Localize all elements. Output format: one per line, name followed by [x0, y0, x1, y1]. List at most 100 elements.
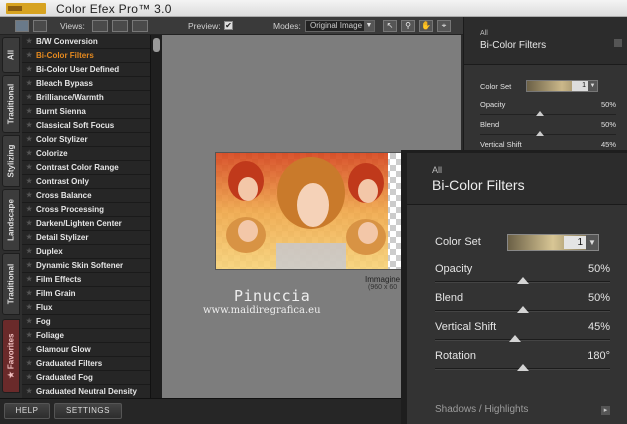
- modes-label: Modes:: [273, 21, 301, 31]
- color-set-label: Color Set: [480, 82, 512, 91]
- eyedropper-tool-icon[interactable]: ⌖: [437, 20, 451, 32]
- collapse-icon[interactable]: [614, 39, 622, 47]
- filter-list-item[interactable]: Cross Balance: [22, 189, 150, 203]
- opacity-label: Opacity: [480, 100, 506, 109]
- modes-dropdown-value: Original Image: [310, 21, 363, 30]
- filter-list-item[interactable]: Graduated Filters: [22, 357, 150, 371]
- filter-list-scrollbar[interactable]: [150, 35, 162, 398]
- filter-list-item[interactable]: Brilliance/Warmth: [22, 91, 150, 105]
- filter-list-item[interactable]: Burnt Sienna: [22, 105, 150, 119]
- vertical-shift-label: Vertical Shift: [480, 140, 522, 149]
- zoomed-opacity-label: Opacity: [435, 263, 473, 275]
- preview-label: Preview:: [188, 21, 221, 31]
- chevron-down-icon: ▼: [588, 81, 597, 91]
- zoomed-blend-row: Blend 50%: [435, 292, 610, 304]
- filter-list-item[interactable]: Contrast Color Range: [22, 161, 150, 175]
- panel-filter-name: Bi-Color Filters: [480, 40, 547, 51]
- filter-list-item[interactable]: Bleach Bypass: [22, 77, 150, 91]
- filter-list-item[interactable]: Graduated Fog: [22, 371, 150, 385]
- filter-settings-panel-zoomed: All Bi-Color Filters Color Set 1 ▼ Opaci…: [401, 150, 627, 424]
- view-mode-1-button[interactable]: [92, 20, 108, 32]
- zoomed-vertical-shift-row: Vertical Shift 45%: [435, 321, 610, 333]
- preview-image: [215, 152, 409, 270]
- zoomed-blend-label: Blend: [435, 292, 464, 304]
- settings-button[interactable]: SETTINGS: [54, 403, 122, 419]
- tab-all[interactable]: All: [2, 37, 20, 73]
- zoomed-color-set-dropdown[interactable]: 1 ▼: [507, 234, 599, 251]
- filter-list-item[interactable]: Glamour Glow: [22, 343, 150, 357]
- zoom-tool-icon[interactable]: ⚲: [401, 20, 415, 32]
- filter-list-item[interactable]: Contrast Only: [22, 175, 150, 189]
- zoomed-opacity-slider-handle[interactable]: [517, 277, 529, 284]
- preview-checkbox[interactable]: ✔: [224, 21, 233, 30]
- pointer-tool-icon[interactable]: ↖: [383, 20, 397, 32]
- scrollbar-thumb[interactable]: [153, 38, 160, 52]
- opacity-slider-track[interactable]: [480, 114, 616, 115]
- category-tabs: All Traditional Stylizing Landscape Trad…: [0, 35, 22, 398]
- vertical-shift-row: Vertical Shift 45%: [480, 140, 616, 149]
- tab-favorites[interactable]: ★ Favorites: [2, 319, 20, 393]
- color-set-dropdown[interactable]: 1 ▼: [526, 80, 598, 92]
- shadows-highlights-section[interactable]: Shadows / Highlights: [435, 404, 528, 415]
- filter-list-item[interactable]: Darken/Lighten Center: [22, 217, 150, 231]
- filter-list-item[interactable]: Foliage: [22, 329, 150, 343]
- filter-list-item[interactable]: Flux: [22, 301, 150, 315]
- view-mode-3-button[interactable]: [132, 20, 148, 32]
- zoomed-panel-filter-name: Bi-Color Filters: [432, 177, 525, 193]
- tab-landscape[interactable]: Landscape: [2, 189, 20, 251]
- filter-list-item[interactable]: Film Effects: [22, 273, 150, 287]
- panel-category: All: [480, 30, 488, 37]
- watermark-name: Pinuccia: [234, 287, 311, 305]
- zoomed-color-set-value: 1: [564, 236, 586, 249]
- tab-traditional-label: Traditional: [6, 83, 16, 125]
- zoomed-vertical-shift-slider-handle[interactable]: [509, 335, 521, 342]
- filter-list-item[interactable]: Duplex: [22, 245, 150, 259]
- filter-list-item[interactable]: Classical Soft Focus: [22, 119, 150, 133]
- tab-traditional-label: Traditional: [6, 263, 16, 305]
- single-view-button[interactable]: [15, 20, 29, 32]
- blend-row: Blend 50%: [480, 120, 616, 129]
- tab-traditional-2[interactable]: Traditional: [2, 253, 20, 315]
- filter-list-item[interactable]: Detail Stylizer: [22, 231, 150, 245]
- tab-traditional-1[interactable]: Traditional: [2, 75, 20, 133]
- filter-list-item[interactable]: Film Grain: [22, 287, 150, 301]
- blend-value: 50%: [600, 120, 616, 129]
- filter-list-item[interactable]: B/W Conversion: [22, 35, 150, 49]
- zoomed-vertical-shift-slider-track[interactable]: [435, 339, 610, 340]
- zoomed-rotation-label: Rotation: [435, 350, 476, 362]
- tab-stylizing[interactable]: Stylizing: [2, 135, 20, 187]
- zoomed-color-set-label: Color Set: [435, 236, 481, 248]
- chevron-down-icon: ▼: [586, 235, 598, 250]
- hand-tool-icon[interactable]: ✋: [419, 20, 433, 32]
- zoomed-panel-header: All Bi-Color Filters: [407, 153, 627, 205]
- zoomed-blend-value: 50%: [587, 292, 610, 304]
- expand-arrow-icon[interactable]: ▸: [601, 406, 610, 415]
- view-mode-2-button[interactable]: [112, 20, 128, 32]
- filter-list-item[interactable]: Bi-Color Filters: [22, 49, 150, 63]
- panel-header: All Bi-Color Filters: [464, 17, 627, 65]
- help-button[interactable]: HELP: [4, 403, 50, 419]
- zoomed-rotation-row: Rotation 180°: [435, 350, 610, 362]
- image-dimensions: (960 x 60: [368, 284, 398, 291]
- blend-label: Blend: [480, 120, 500, 129]
- filter-list-item[interactable]: Dynamic Skin Softener: [22, 259, 150, 273]
- zoomed-blend-slider-handle[interactable]: [517, 306, 529, 313]
- modes-dropdown[interactable]: Original Image ▼: [305, 20, 375, 32]
- blend-slider-handle[interactable]: [536, 131, 544, 136]
- split-view-button[interactable]: [33, 20, 47, 32]
- filter-list-item[interactable]: Bi-Color User Defined: [22, 63, 150, 77]
- title-bar: Color Efex Pro™ 3.0: [0, 0, 627, 17]
- app-title: Color Efex Pro™ 3.0: [56, 2, 172, 16]
- filter-list-item[interactable]: Graduated Neutral Density: [22, 385, 150, 398]
- nik-logo-icon: [6, 3, 46, 14]
- zoomed-opacity-value: 50%: [587, 263, 610, 275]
- filter-list-item[interactable]: Colorize: [22, 147, 150, 161]
- filter-list-item[interactable]: Fog: [22, 315, 150, 329]
- filter-list-item[interactable]: Cross Processing: [22, 203, 150, 217]
- color-set-value: 1: [572, 81, 588, 91]
- filter-list-item[interactable]: Color Stylizer: [22, 133, 150, 147]
- blend-slider-track[interactable]: [480, 134, 616, 135]
- zoomed-rotation-slider-handle[interactable]: [517, 364, 529, 371]
- opacity-slider-handle[interactable]: [536, 111, 544, 116]
- toolbar: Views: Preview: ✔ Modes: Original Image …: [0, 17, 463, 35]
